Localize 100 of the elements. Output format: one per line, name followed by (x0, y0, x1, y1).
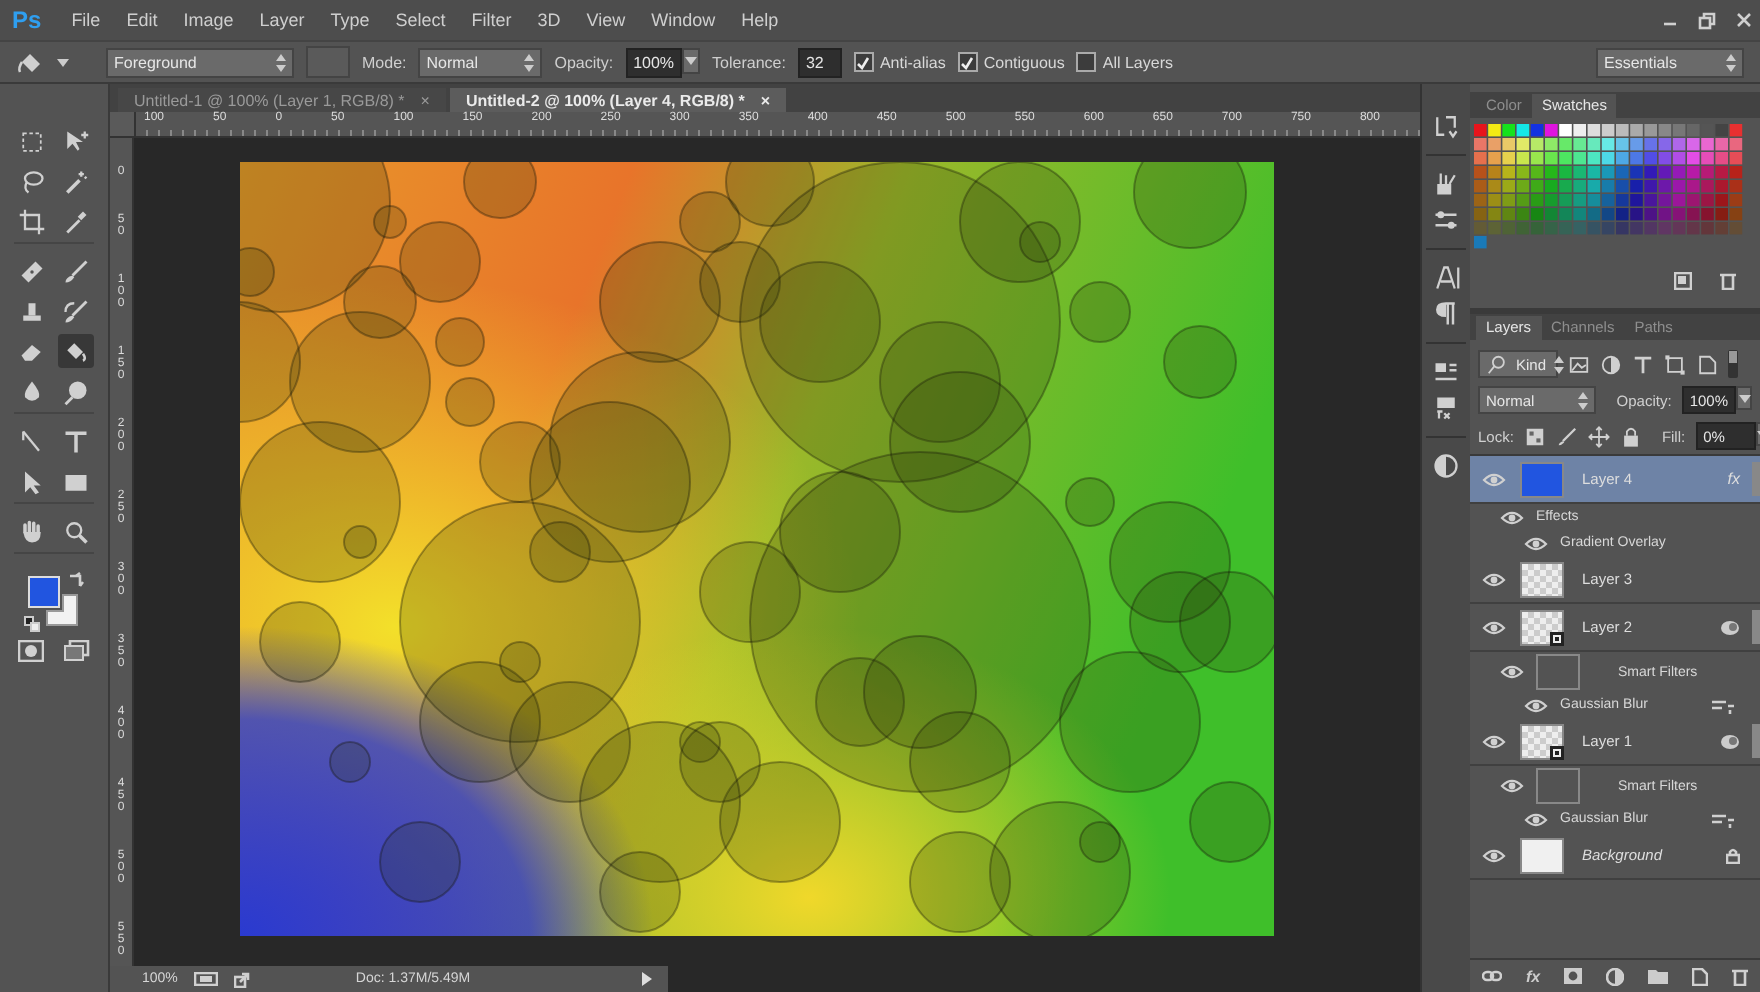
swap-icon[interactable] (68, 572, 84, 588)
history-icon[interactable] (1432, 112, 1460, 140)
new-swatch-icon[interactable] (1674, 272, 1692, 290)
eye-icon[interactable] (1482, 617, 1506, 637)
background-color-swatch[interactable] (46, 594, 78, 626)
character-icon[interactable] (1432, 264, 1460, 292)
filter-options-icon[interactable] (1712, 811, 1734, 827)
close-icon[interactable] (1736, 12, 1752, 28)
lock-position-icon[interactable] (1587, 425, 1610, 447)
layer-mask-icon[interactable] (1564, 968, 1583, 984)
navigator-icon[interactable] (1432, 452, 1460, 480)
proof-icon[interactable] (193, 972, 218, 986)
type-filter-icon[interactable] (1632, 353, 1654, 375)
filter-toggle-icon[interactable] (1728, 350, 1738, 378)
foreground-color-swatch[interactable] (28, 576, 60, 608)
shape-filter-icon[interactable] (1664, 353, 1686, 375)
opacity-dropdown-button[interactable] (682, 47, 701, 73)
opacity-field[interactable]: 100% (625, 47, 683, 77)
brush-icon (62, 257, 90, 285)
checkbox[interactable]: Contiguous (957, 52, 1065, 72)
eye-icon[interactable] (1500, 662, 1524, 682)
lock-transparency-icon[interactable] (1523, 425, 1546, 447)
adjustments-icon[interactable] (1432, 206, 1460, 234)
menu-item[interactable]: Layer (259, 10, 305, 30)
menu-item[interactable]: Image (183, 10, 234, 30)
document-tab[interactable]: Untitled-1 @ 100% (Layer 1, RGB/8) * × (118, 88, 446, 112)
checkbox[interactable]: All Layers (1076, 52, 1173, 72)
tolerance-field[interactable]: 32 (797, 47, 842, 77)
eye-icon[interactable] (1500, 776, 1524, 796)
tab-close-button[interactable]: × (420, 91, 430, 109)
menu-item[interactable]: Filter (471, 10, 512, 30)
properties-icon[interactable] (1432, 358, 1460, 386)
new-layer-icon[interactable] (1692, 967, 1709, 985)
caret-icon (1737, 393, 1751, 403)
updown-icon (1578, 391, 1589, 409)
eyedropper-icon (62, 207, 90, 235)
tab-close-button[interactable]: × (760, 91, 771, 109)
filter-mask-thumbnail (1536, 654, 1580, 690)
opacity-dropdown-button[interactable] (1736, 386, 1752, 410)
eye-icon[interactable] (1500, 507, 1524, 527)
adjustment-filter-icon[interactable] (1600, 353, 1622, 375)
smart-object-filter-icon[interactable] (1696, 353, 1718, 375)
eye-icon[interactable] (1482, 731, 1506, 751)
menu-item[interactable]: Edit (126, 10, 158, 30)
adjustment-layer-icon[interactable] (1606, 967, 1625, 985)
smart-object-icon (1550, 745, 1564, 759)
stamp-icon (18, 297, 46, 325)
healing-icon (18, 257, 46, 285)
link-icon[interactable] (1481, 968, 1502, 984)
caret-icon (56, 57, 70, 67)
workspace-dropdown[interactable]: Essentials (1596, 47, 1744, 77)
restore-icon[interactable] (1698, 11, 1716, 29)
trash-icon[interactable] (1732, 967, 1749, 985)
mode-dropdown[interactable]: Normal (418, 47, 543, 77)
menu-item[interactable]: 3D (537, 10, 561, 30)
swatch-grid-drawing[interactable] (1474, 124, 1744, 250)
lock-pixels-icon[interactable] (1555, 425, 1578, 447)
menu-item[interactable]: File (71, 10, 101, 30)
move-icon (62, 127, 90, 155)
tolerance-label: Tolerance: (712, 53, 786, 71)
crop-tool[interactable] (14, 204, 50, 238)
expand-toggle[interactable] (1752, 724, 1760, 758)
checkbox[interactable]: Anti-alias (853, 52, 946, 72)
styles-icon[interactable] (1432, 394, 1460, 422)
eye-icon[interactable] (1524, 809, 1548, 829)
layer-style-button[interactable]: fx (1525, 967, 1541, 985)
menu-item[interactable]: Help (741, 10, 779, 30)
paint-bucket-tool[interactable] (58, 334, 94, 368)
zoom-icon (62, 517, 90, 545)
fill-source-dropdown[interactable]: Foreground (106, 47, 294, 77)
menu-item[interactable]: Window (651, 10, 716, 30)
filter-options-icon[interactable] (1712, 697, 1734, 713)
eye-icon[interactable] (1524, 533, 1548, 553)
layer-effects-label: fx (1727, 470, 1740, 488)
hand-icon (18, 517, 46, 545)
dodge-icon (62, 377, 90, 405)
menu-item[interactable]: Type (330, 10, 370, 30)
document-tab[interactable]: Untitled-2 @ 100% (Layer 4, RGB/8) * × (449, 88, 787, 112)
play-icon[interactable] (642, 972, 653, 986)
magic-wand-icon (62, 167, 90, 195)
pixel-filter-icon[interactable] (1568, 353, 1590, 375)
eye-icon[interactable] (1482, 845, 1506, 865)
default-colors-icon[interactable] (24, 616, 40, 632)
screen-mode-icon[interactable] (64, 640, 90, 662)
brush-presets-icon[interactable] (1432, 170, 1460, 198)
folder-icon[interactable] (1648, 968, 1669, 984)
paint-bucket-icon[interactable] (16, 48, 44, 76)
opacity-label: Opacity: (554, 53, 614, 71)
trash-icon[interactable] (1720, 272, 1736, 290)
expand-toggle[interactable] (1752, 610, 1760, 644)
smart-object-icon (1550, 631, 1564, 645)
menu-item[interactable]: View (586, 10, 626, 30)
paragraph-icon[interactable] (1432, 300, 1460, 328)
quick-mask-icon[interactable] (18, 640, 44, 662)
lock-all-icon[interactable] (1619, 425, 1642, 447)
eye-icon[interactable] (1482, 569, 1506, 589)
eye-icon[interactable] (1524, 695, 1548, 715)
menu-item[interactable]: Select (395, 10, 446, 30)
share-icon[interactable] (233, 971, 250, 987)
history-brush-icon (62, 297, 90, 325)
